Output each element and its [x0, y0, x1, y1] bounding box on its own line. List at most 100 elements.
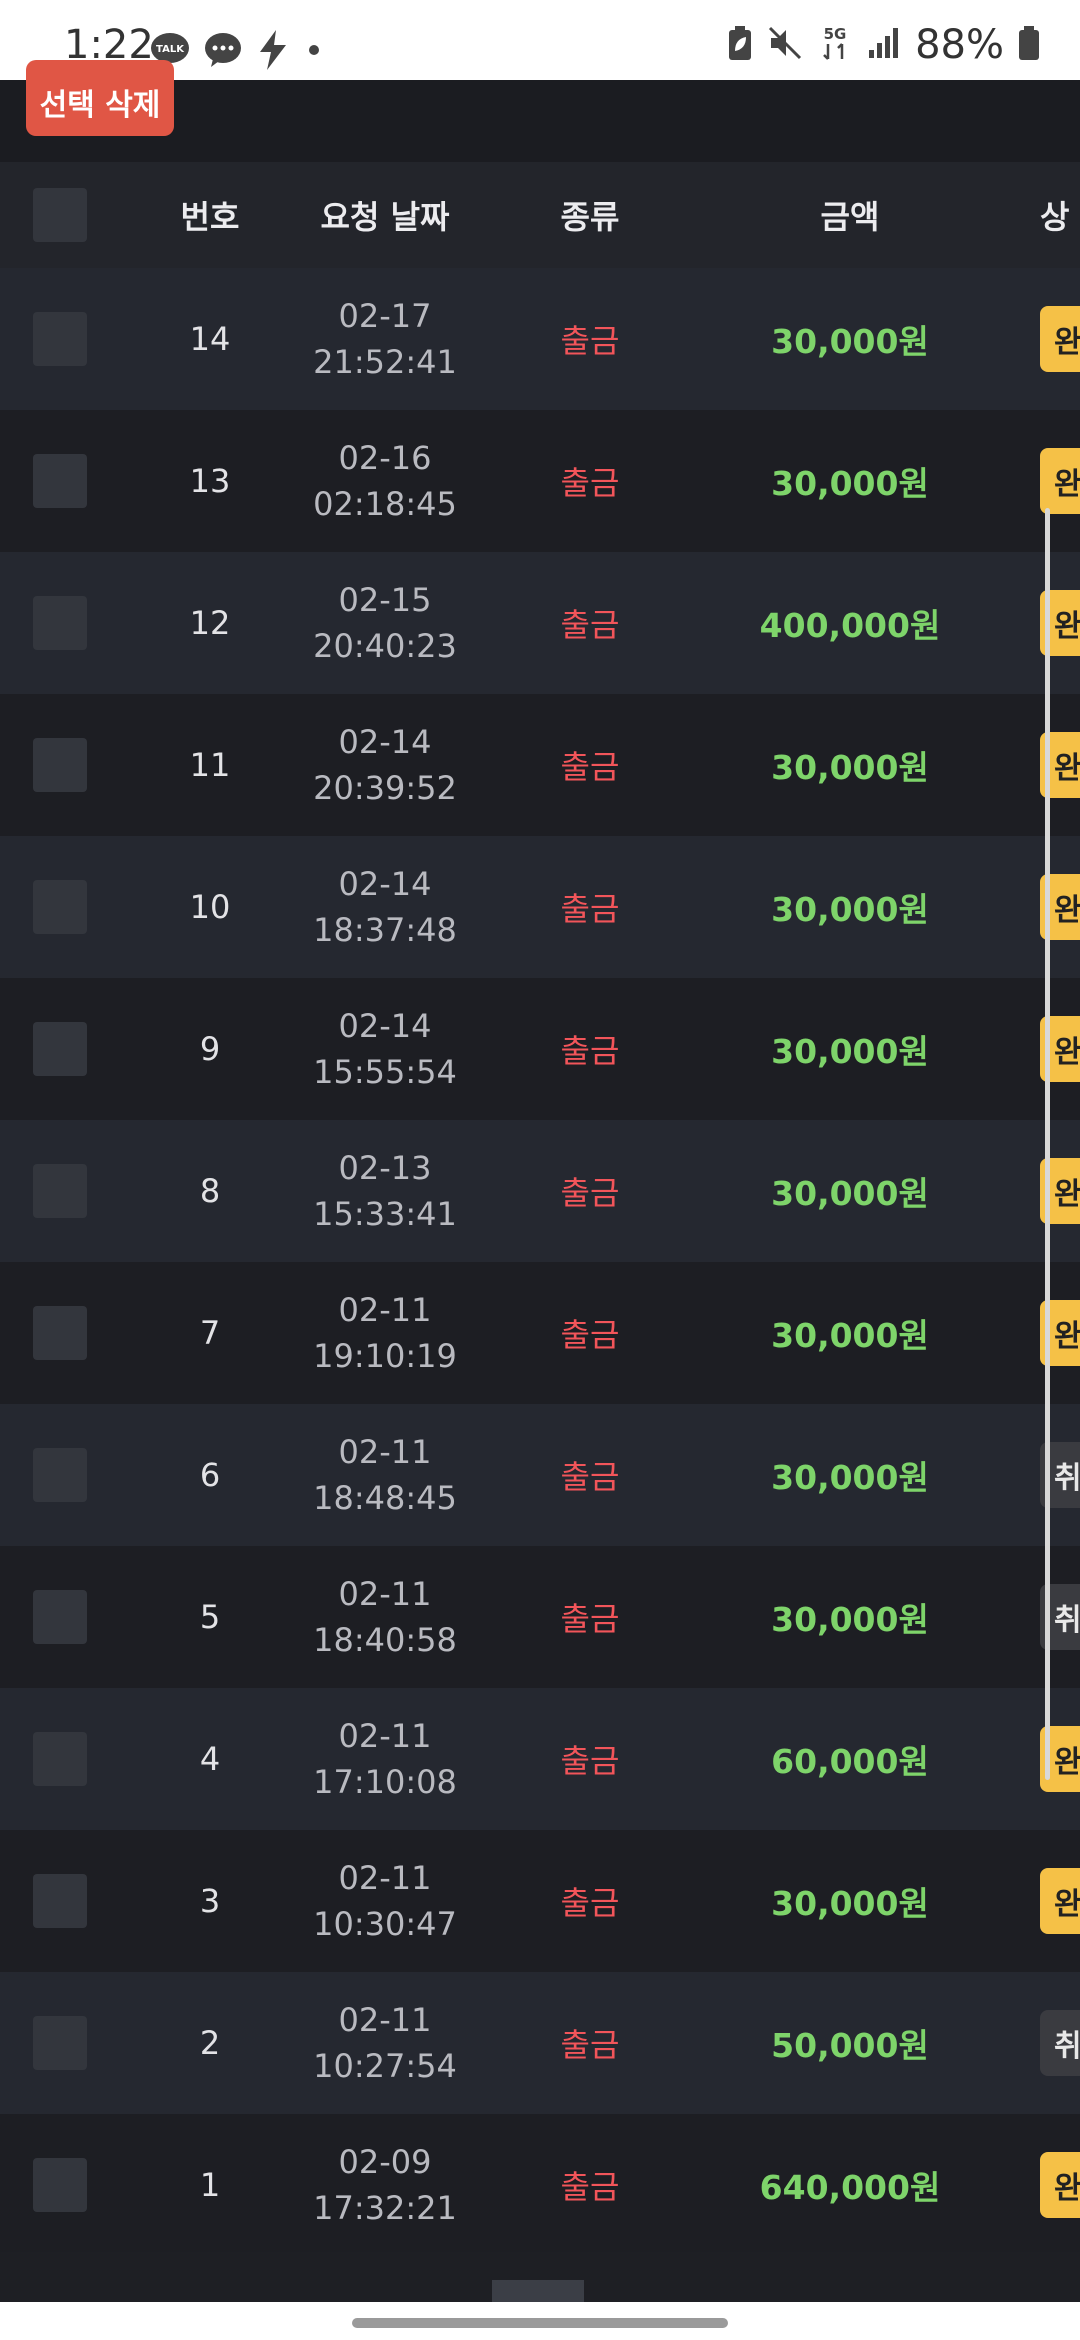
row-time: 20:40:23	[313, 627, 457, 665]
row-time: 10:27:54	[313, 2047, 457, 2085]
row-status-cell: 완	[1040, 268, 1080, 410]
row-number: 3	[199, 1882, 221, 1920]
table-row[interactable]: 6 02-11 18:48:45 출금 30,000원 취	[0, 1404, 1080, 1546]
row-number: 14	[189, 320, 231, 358]
mute-icon	[767, 25, 803, 65]
scrollbar[interactable]	[1045, 508, 1050, 1780]
table-row[interactable]: 9 02-14 15:55:54 출금 30,000원 완	[0, 978, 1080, 1120]
row-amount: 60,000원	[771, 1742, 929, 1781]
row-checkbox[interactable]	[33, 1874, 87, 1928]
row-checkbox[interactable]	[33, 454, 87, 508]
table-row[interactable]: 14 02-17 21:52:41 출금 30,000원 완	[0, 268, 1080, 410]
flash-icon	[256, 30, 290, 74]
row-checkbox[interactable]	[33, 1164, 87, 1218]
row-check-cell	[0, 410, 120, 552]
row-checkbox[interactable]	[33, 1590, 87, 1644]
scroll-handle[interactable]	[492, 2280, 584, 2302]
toolbar: 선택 삭제	[0, 60, 1080, 162]
row-time: 17:32:21	[313, 2189, 457, 2227]
row-date: 02-15	[338, 581, 432, 619]
row-amount: 50,000원	[771, 2026, 929, 2065]
table-row[interactable]: 12 02-15 20:40:23 출금 400,000원 완	[0, 552, 1080, 694]
system-icons: 5G 88%	[727, 22, 1040, 68]
select-all-checkbox[interactable]	[33, 188, 87, 242]
row-checkbox[interactable]	[33, 2016, 87, 2070]
row-amount: 30,000원	[771, 322, 929, 361]
row-type: 출금	[560, 1600, 620, 1638]
row-checkbox[interactable]	[33, 880, 87, 934]
status-badge: 완	[1040, 1868, 1080, 1934]
battery-saver-icon	[727, 25, 753, 65]
dot-icon	[304, 40, 324, 64]
row-check-cell	[0, 268, 120, 410]
table-header: 번호 요청 날짜 종류 금액 상	[0, 162, 1080, 268]
header-request-date: 요청 날짜	[320, 198, 450, 236]
table-row[interactable]: 13 02-16 02:18:45 출금 30,000원 완	[0, 410, 1080, 552]
row-date: 02-09	[338, 2143, 432, 2181]
navigation-bar	[0, 2302, 1080, 2340]
table-row[interactable]: 11 02-14 20:39:52 출금 30,000원 완	[0, 694, 1080, 836]
row-number: 12	[189, 604, 231, 642]
row-checkbox[interactable]	[33, 1022, 87, 1076]
row-amount: 30,000원	[771, 890, 929, 929]
row-amount: 30,000원	[771, 1032, 929, 1071]
row-date: 02-14	[338, 723, 432, 761]
table-row[interactable]: 3 02-11 10:30:47 출금 30,000원 완	[0, 1830, 1080, 1972]
row-number: 13	[189, 462, 231, 500]
row-amount: 30,000원	[771, 748, 929, 787]
row-checkbox[interactable]	[33, 1448, 87, 1502]
row-checkbox[interactable]	[33, 1306, 87, 1360]
row-request-date: 02-11 19:10:19	[285, 1262, 485, 1404]
row-check-cell	[0, 1120, 120, 1262]
table-row[interactable]: 5 02-11 18:40:58 출금 30,000원 취	[0, 1546, 1080, 1688]
row-amount: 30,000원	[771, 464, 929, 503]
row-type: 출금	[560, 606, 620, 644]
header-amount: 금액	[820, 198, 880, 236]
row-type: 출금	[560, 1316, 620, 1354]
row-date: 02-11	[338, 1291, 432, 1329]
row-checkbox[interactable]	[33, 2158, 87, 2212]
row-date: 02-14	[338, 865, 432, 903]
row-checkbox[interactable]	[33, 738, 87, 792]
row-check-cell	[0, 1972, 120, 2114]
table-row[interactable]: 2 02-11 10:27:54 출금 50,000원 취	[0, 1972, 1080, 2114]
5g-icon: 5G	[817, 24, 853, 66]
row-date: 02-11	[338, 1859, 432, 1897]
row-request-date: 02-11 10:27:54	[285, 1972, 485, 2114]
row-number: 8	[199, 1172, 221, 1210]
row-type: 출금	[560, 2168, 620, 2206]
row-type: 출금	[560, 2026, 620, 2064]
home-indicator[interactable]	[352, 2318, 728, 2328]
talk-badge-text: TALK	[156, 44, 185, 55]
row-amount: 30,000원	[771, 1316, 929, 1355]
row-number: 11	[189, 746, 231, 784]
row-checkbox[interactable]	[33, 312, 87, 366]
row-time: 18:40:58	[313, 1621, 457, 1659]
table-row[interactable]: 7 02-11 19:10:19 출금 30,000원 완	[0, 1262, 1080, 1404]
row-type: 출금	[560, 1884, 620, 1922]
table-row[interactable]: 8 02-13 15:33:41 출금 30,000원 완	[0, 1120, 1080, 1262]
row-check-cell	[0, 978, 120, 1120]
header-number: 번호	[180, 198, 240, 236]
row-date: 02-14	[338, 1007, 432, 1045]
row-checkbox[interactable]	[33, 596, 87, 650]
delete-selected-button[interactable]: 선택 삭제	[26, 60, 174, 136]
table-row[interactable]: 4 02-11 17:10:08 출금 60,000원 완	[0, 1688, 1080, 1830]
row-request-date: 02-17 21:52:41	[285, 268, 485, 410]
row-request-date: 02-11 18:40:58	[285, 1546, 485, 1688]
row-date: 02-11	[338, 2001, 432, 2039]
row-check-cell	[0, 1830, 120, 1972]
row-number: 6	[199, 1456, 221, 1494]
row-status-cell: 취	[1040, 1972, 1080, 2114]
row-check-cell	[0, 694, 120, 836]
row-number: 10	[189, 888, 231, 926]
table-row[interactable]: 10 02-14 18:37:48 출금 30,000원 완	[0, 836, 1080, 978]
table-row[interactable]: 1 02-09 17:32:21 출금 640,000원 완	[0, 2114, 1080, 2256]
row-request-date: 02-11 10:30:47	[285, 1830, 485, 1972]
header-type: 종류	[560, 198, 620, 236]
row-number: 9	[199, 1030, 221, 1068]
row-type: 출금	[560, 1032, 620, 1070]
row-request-date: 02-13 15:33:41	[285, 1120, 485, 1262]
row-checkbox[interactable]	[33, 1732, 87, 1786]
row-time: 19:10:19	[313, 1337, 457, 1375]
